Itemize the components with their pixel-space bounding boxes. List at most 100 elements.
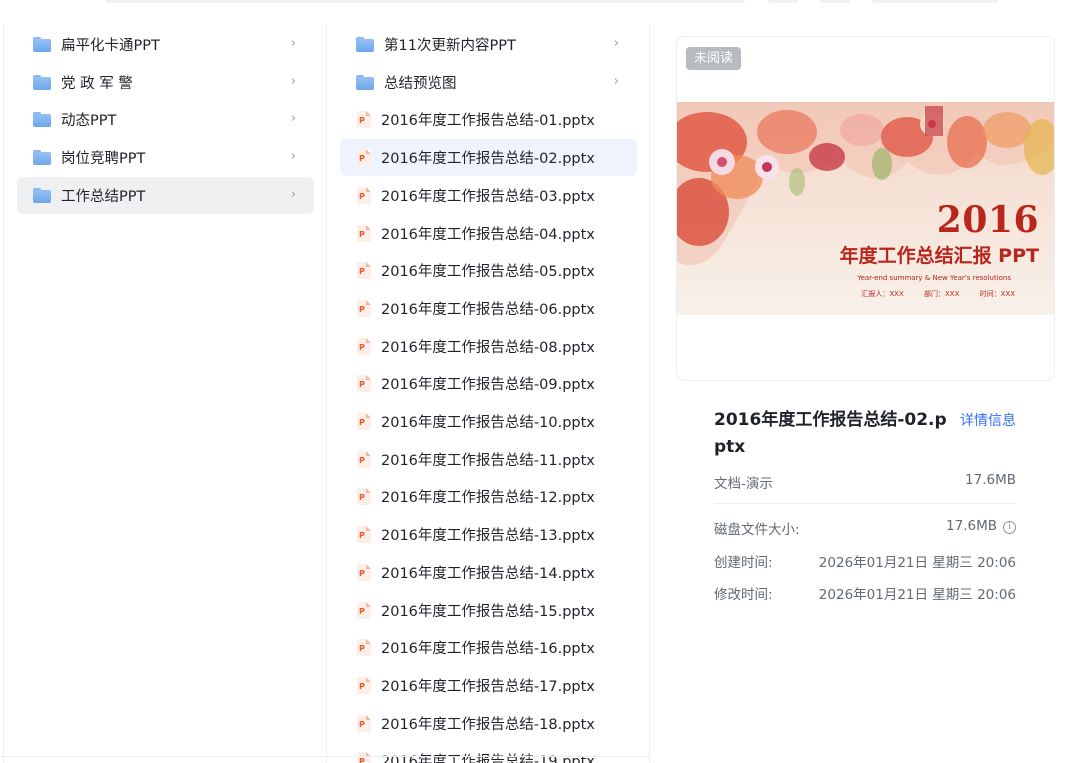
row-label: 2016年度工作报告总结-01.pptx [381,113,595,130]
slide-meta-text: 汇报人：XXX 部门：XXX 时间：XXX [843,289,1015,299]
toolbar-button-edge[interactable] [872,0,998,3]
row-label: 党 政 军 警 [61,75,133,92]
row-label: 第11次更新内容PPT [384,38,516,54]
row-label: 2016年度工作报告总结-03.pptx [381,188,595,205]
toolbar-button-edge[interactable] [820,0,850,3]
file-row[interactable]: P 2016年度工作报告总结-18.pptx [340,705,637,742]
row-label: 2016年度工作报告总结-12.pptx [381,490,595,507]
file-row[interactable]: P 2016年度工作报告总结-15.pptx [340,592,637,629]
ppt-file-icon: P [357,676,371,694]
row-label: 2016年度工作报告总结-09.pptx [381,377,595,394]
ppt-file-icon: P [357,413,371,430]
file-row[interactable]: P 2016年度工作报告总结-05.pptx [340,252,637,289]
row-label: 岗位竞聘PPT [61,151,146,168]
folder-icon [356,74,374,90]
chevron-right-icon: › [290,186,296,202]
file-name-title: 2016年度工作报告总结-02.pptx [714,410,947,457]
file-row[interactable]: P 2016年度工作报告总结-02.pptx [340,139,637,177]
ppt-file-icon: P [357,563,371,581]
file-row[interactable]: P 2016年度工作报告总结-16.pptx [340,629,637,666]
file-row[interactable]: P 2016年度工作报告总结-09.pptx [340,365,637,402]
column-bottom-divider [0,756,650,757]
row-label: 2016年度工作报告总结-05.pptx [381,264,595,281]
folder-row[interactable]: 党 政 军 警 › [17,64,314,101]
created-time-label: 创建时间: [714,555,773,571]
ppt-file-icon: P [357,149,371,167]
detail-info-link[interactable]: 详情信息 [960,410,1016,430]
row-label: 总结预览图 [384,75,457,92]
modified-time-label: 修改时间: [714,587,773,603]
file-kind-text: 文档-演示 [714,476,773,492]
folder-icon [356,37,374,52]
chevron-right-icon: › [290,36,296,51]
chevron-right-icon: › [290,111,296,127]
folder-icon [33,37,51,52]
file-row[interactable]: P 2016年度工作报告总结-04.pptx [340,215,637,252]
row-label: 2016年度工作报告总结-02.pptx [381,151,595,168]
toolbar-button-edge[interactable] [768,0,798,3]
ppt-file-icon: P [357,111,371,129]
folder-row[interactable]: 第11次更新内容PPT › [340,26,637,63]
folder-row[interactable]: 扁平化卡通PPT › [17,26,314,63]
chevron-right-icon: › [290,149,296,165]
file-row[interactable]: P 2016年度工作报告总结-11.pptx [340,441,637,478]
folder-column: 扁平化卡通PPT › 党 政 军 警 › 动态PPT › 岗位竞聘PPT › 工作总结PPT › [3,24,326,763]
folder-row[interactable]: 岗位竞聘PPT › [17,139,314,176]
chevron-right-icon: › [613,36,619,51]
ppt-file-icon: P [357,186,371,204]
file-row[interactable]: P 2016年度工作报告总结-01.pptx [340,101,637,138]
folder-row[interactable]: 工作总结PPT › [17,176,314,214]
file-row[interactable]: P 2016年度工作报告总结-08.pptx [340,328,637,365]
file-size-text: 17.6MB [965,472,1016,488]
ppt-file-icon: P [357,224,371,242]
ppt-file-icon: P [357,601,371,619]
folder-icon [33,112,51,128]
folder-row[interactable]: 动态PPT › [17,101,314,138]
ppt-file-icon: P [357,752,371,763]
slide-title-text: 年度工作总结汇报 PPT [839,245,1039,267]
slide-subtitle-text: Year-end summary & New Year's resolution… [857,274,1011,282]
row-label: 2016年度工作报告总结-18.pptx [381,716,595,733]
ppt-file-icon: P [357,337,371,355]
row-label: 动态PPT [61,113,117,130]
file-row[interactable]: P 2016年度工作报告总结-10.pptx [340,403,637,440]
chevron-right-icon: › [290,73,296,89]
file-row[interactable]: P 2016年度工作报告总结-03.pptx [340,177,637,214]
row-label: 2016年度工作报告总结-16.pptx [381,641,595,658]
ppt-file-icon: P [357,450,371,468]
search-bar-edge[interactable] [105,0,745,3]
row-label: 工作总结PPT [61,188,146,205]
row-label: 2016年度工作报告总结-17.pptx [381,678,595,695]
ppt-file-icon: P [357,299,371,317]
folder-icon [33,150,51,166]
modified-time-value: 2026年01月21日 星期三 20:06 [818,587,1016,603]
file-row[interactable]: P 2016年度工作报告总结-12.pptx [340,478,637,515]
folder-icon [33,74,51,90]
disk-size-value-text: 17.6MB [946,518,997,534]
created-time-value: 2026年01月21日 星期三 20:06 [818,555,1016,571]
ppt-file-icon: P [357,714,371,732]
row-label: 2016年度工作报告总结-15.pptx [381,603,595,620]
ppt-file-icon: P [357,375,371,393]
file-row[interactable]: P 2016年度工作报告总结-14.pptx [340,554,637,591]
row-label: 2016年度工作报告总结-11.pptx [381,452,595,469]
folder-icon [33,187,51,203]
file-row[interactable]: P 2016年度工作报告总结-06.pptx [340,290,637,327]
row-label: 2016年度工作报告总结-13.pptx [381,528,595,545]
file-row[interactable]: P 2016年度工作报告总结-13.pptx [340,516,637,553]
slide-thumbnail[interactable]: 2016 年度工作总结汇报 PPT Year-end summary & New… [677,102,1054,315]
row-label: 2016年度工作报告总结-08.pptx [381,339,595,356]
slide-year-text: 2016 [936,199,1039,241]
folder-row[interactable]: 总结预览图 › [340,64,637,101]
disk-size-label: 磁盘文件大小: [714,522,800,538]
file-row[interactable]: P 2016年度工作报告总结-19.pptx [340,742,637,763]
row-label: 2016年度工作报告总结-04.pptx [381,226,595,243]
row-label: 2016年度工作报告总结-06.pptx [381,301,595,318]
slide-reporter-text: 汇报人：XXX [861,290,904,298]
row-label: 扁平化卡通PPT [61,38,160,54]
info-divider [714,503,1016,504]
file-column: 第11次更新内容PPT › 总结预览图 › P 2016年度工作报告总结-01.pptx P… [326,24,650,763]
row-label: 2016年度工作报告总结-14.pptx [381,565,595,582]
info-icon[interactable]: i [1003,521,1016,534]
file-row[interactable]: P 2016年度工作报告总结-17.pptx [340,667,637,704]
